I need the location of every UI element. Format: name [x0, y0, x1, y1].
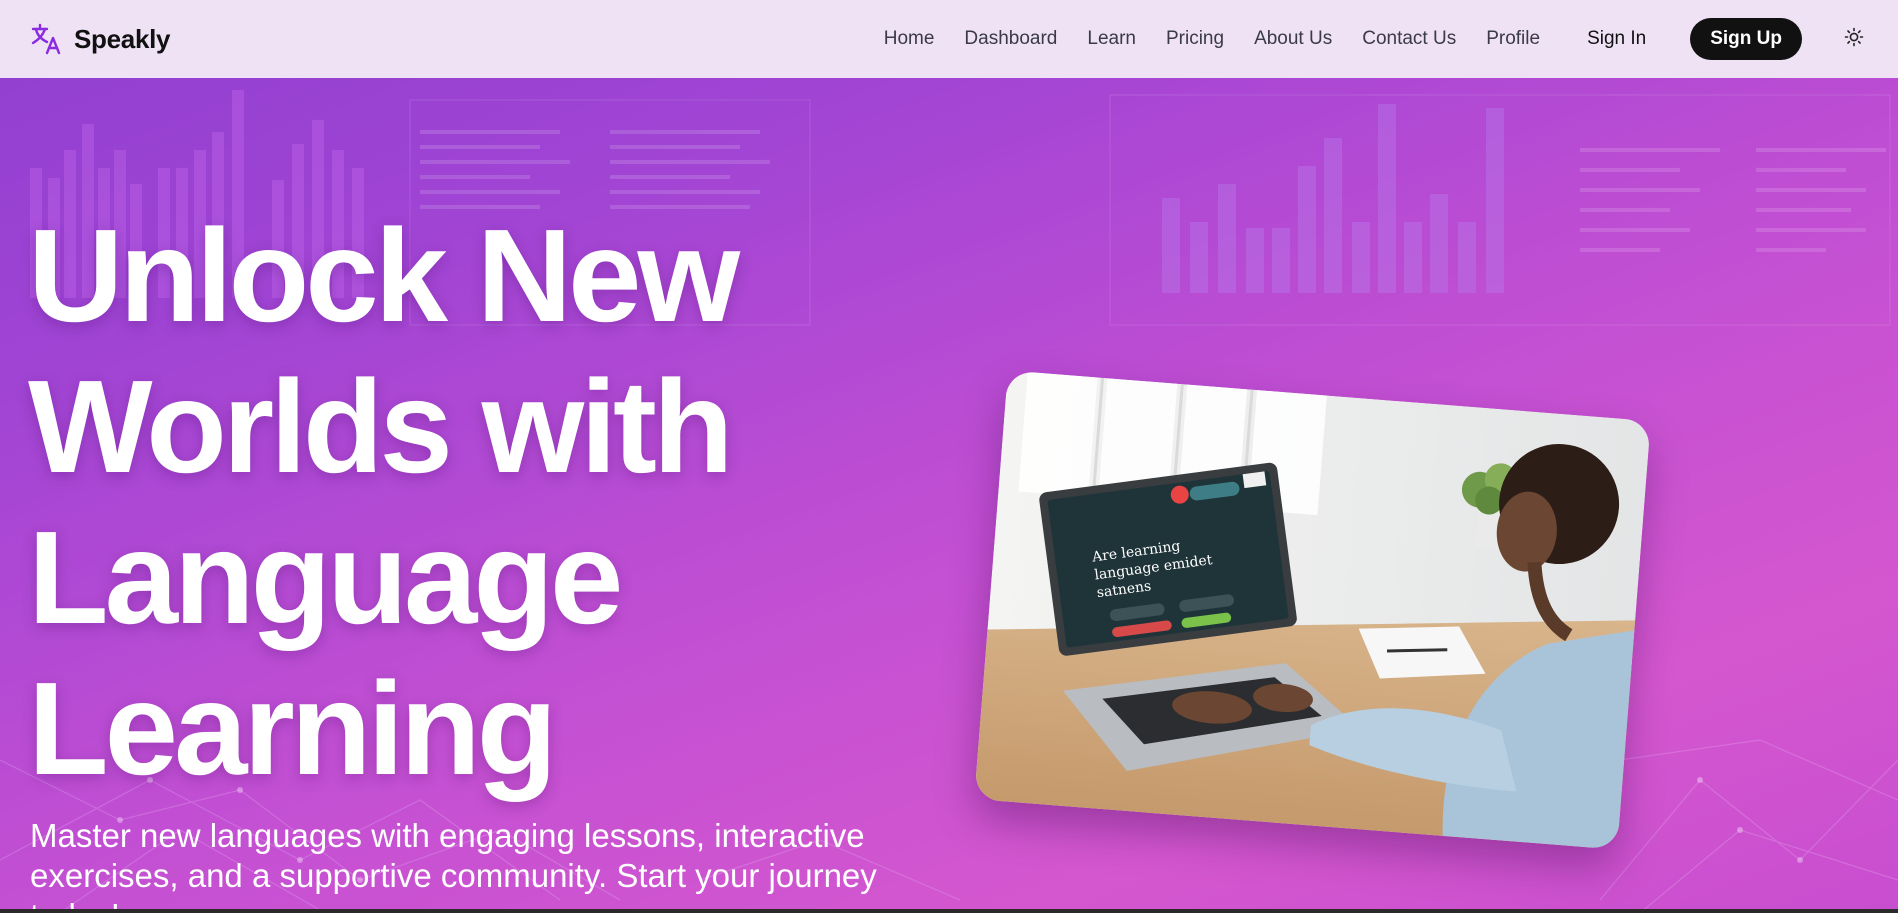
sign-up-button[interactable]: Sign Up [1690, 18, 1802, 60]
hero-title: Unlock New Worlds with Language Learning [28, 200, 848, 804]
nav-learn[interactable]: Learn [1072, 28, 1151, 50]
navbar: Speakly Home Dashboard Learn Pricing Abo… [0, 0, 1898, 78]
hero-subtitle: Master new languages with engaging lesso… [30, 817, 877, 913]
person-using-laptop-image: Are learning language emidet satnens [974, 370, 1651, 850]
nav-dashboard[interactable]: Dashboard [949, 28, 1072, 50]
brand-name: Speakly [74, 23, 171, 54]
sign-in-button[interactable]: Sign In [1587, 28, 1646, 50]
nav-links: Home Dashboard Learn Pricing About Us Co… [869, 18, 1868, 60]
nav-home[interactable]: Home [869, 28, 950, 50]
theme-toggle-button[interactable] [1840, 25, 1868, 53]
hero-title-line: Unlock New [28, 202, 740, 349]
sun-icon [1844, 27, 1864, 52]
brand-logo[interactable]: Speakly [30, 22, 170, 56]
nav-pricing[interactable]: Pricing [1151, 28, 1239, 50]
nav-about-us[interactable]: About Us [1239, 28, 1347, 50]
hero-title-line: Worlds with [28, 353, 734, 500]
page-bottom-edge [0, 909, 1898, 913]
nav-contact-us[interactable]: Contact Us [1347, 28, 1471, 50]
nav-profile[interactable]: Profile [1471, 28, 1555, 50]
hero-title-line: Language [28, 504, 623, 651]
translate-icon [30, 22, 64, 56]
hero-title-line: Learning [28, 655, 557, 802]
